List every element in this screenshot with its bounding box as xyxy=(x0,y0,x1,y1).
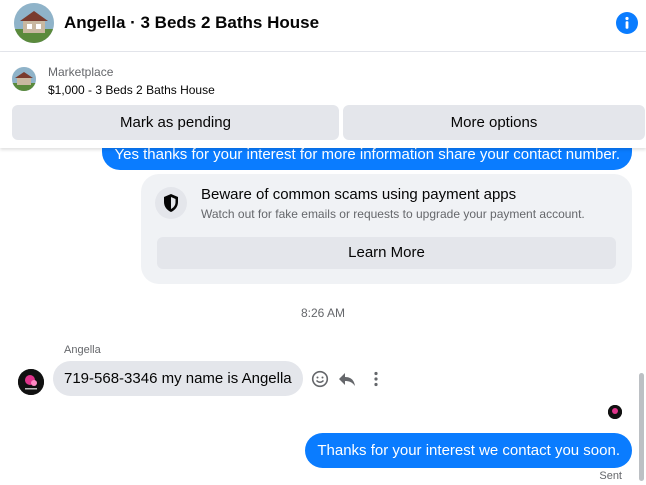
sender-name: Angella xyxy=(64,344,101,356)
message-thread[interactable]: Yes thanks for your interest for more in… xyxy=(0,148,646,485)
scam-warning-card: Beware of common scams using payment app… xyxy=(141,174,632,284)
conversation-title: Angella · 3 Beds 2 Baths House xyxy=(64,13,320,32)
marketplace-listing-panel: Marketplace $1,000 - 3 Beds 2 Baths Hous… xyxy=(0,52,646,148)
shield-icon xyxy=(155,187,187,219)
conversation-header: Angella · 3 Beds 2 Baths House xyxy=(0,0,646,52)
listing-source: Marketplace xyxy=(48,65,114,79)
house-photo-icon[interactable] xyxy=(14,3,54,43)
scam-warning-title: Beware of common scams using payment app… xyxy=(201,186,517,203)
seen-avatar xyxy=(608,405,622,419)
listing-price-title[interactable]: $1,000 - 3 Beds 2 Baths House xyxy=(48,83,215,97)
react-emoji-icon[interactable] xyxy=(311,370,329,388)
learn-more-button[interactable]: Learn More xyxy=(157,237,616,269)
info-icon[interactable] xyxy=(616,12,638,34)
message-timestamp: 8:26 AM xyxy=(300,306,346,320)
thread-scrollbar[interactable] xyxy=(639,373,644,481)
mark-as-pending-button[interactable]: Mark as pending xyxy=(12,105,339,140)
reply-icon[interactable] xyxy=(338,370,356,388)
incoming-message[interactable]: 719-568-3346 my name is Angella xyxy=(53,361,303,396)
more-options-button[interactable]: More options xyxy=(343,105,645,140)
contact-avatar[interactable] xyxy=(18,369,44,395)
outgoing-message[interactable]: Thanks for your interest we contact you … xyxy=(305,433,632,468)
more-actions-icon[interactable] xyxy=(367,370,385,388)
outgoing-message[interactable]: Yes thanks for your interest for more in… xyxy=(102,148,632,170)
listing-thumbnail[interactable] xyxy=(12,67,36,91)
message-status: Sent xyxy=(599,470,622,482)
scam-warning-description: Watch out for fake emails or requests to… xyxy=(201,207,585,221)
